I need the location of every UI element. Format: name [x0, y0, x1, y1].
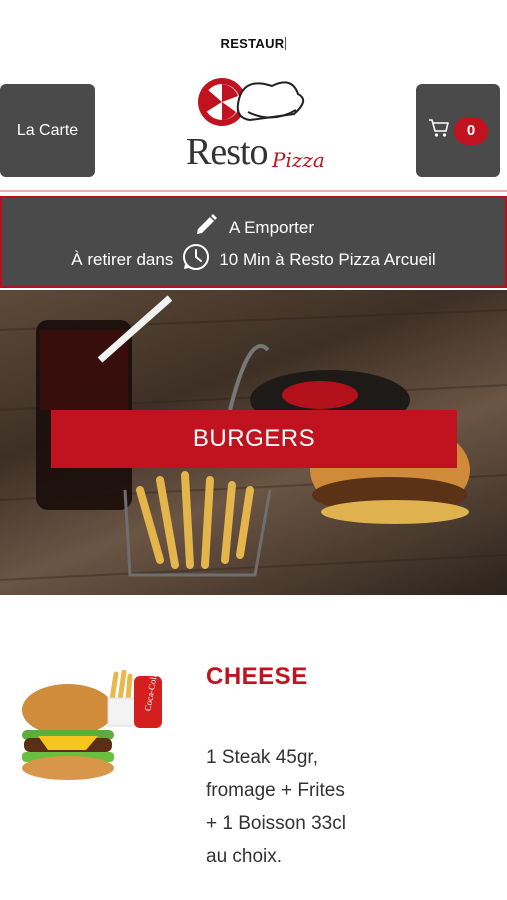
order-mode-label: A Emporter: [228, 217, 315, 237]
product-card[interactable]: Coca-Cola CHEESE 1 Steak 45gr, fromage +…: [0, 595, 507, 900]
burger-menu-illustration: Coca-Cola: [22, 669, 162, 780]
logo-text-accent: Pizza: [272, 148, 325, 172]
category-hero[interactable]: BURGERS: [0, 290, 507, 595]
clock-icon: [181, 242, 211, 277]
product-description-line: + 1 Boisson 33cl: [206, 813, 346, 834]
header-divider: [0, 190, 507, 192]
product-description-line: fromage + Frites: [206, 780, 345, 801]
pickup-prefix: À retirer dans: [71, 249, 174, 269]
order-info-banner[interactable]: A Emporter À retirer dans 10 Min à Resto…: [0, 196, 507, 288]
order-mode-row: A Emporter: [2, 212, 505, 243]
brand-logo[interactable]: Resto Pizza: [180, 68, 330, 186]
product-description-line: au choix.: [206, 846, 283, 867]
pencil-icon: [193, 212, 219, 243]
product-name[interactable]: CHEESE: [206, 663, 308, 691]
cart-count-badge: 0: [454, 116, 488, 145]
pickup-row: À retirer dans 10 Min à Resto Pizza Arcu…: [2, 242, 505, 277]
top-bar: RESTAUR La Carte Resto Pizza 0: [0, 0, 507, 190]
app-title: RESTAUR: [0, 36, 507, 51]
product-description-line: 1 Steak 45gr,: [206, 747, 318, 768]
pickup-detail: 10 Min à Resto Pizza Arcueil: [219, 249, 436, 269]
menu-button-label: La Carte: [16, 121, 79, 139]
app-title-text: RESTAUR: [220, 36, 285, 51]
category-label: BURGERS: [192, 425, 316, 452]
logo-text: Resto: [186, 131, 269, 173]
product-image[interactable]: Coca-Cola: [8, 669, 168, 790]
cart-button[interactable]: 0: [416, 84, 500, 177]
cart-icon: [428, 118, 450, 143]
product-description: 1 Steak 45gr, fromage + Frites + 1 Boiss…: [206, 741, 486, 873]
menu-button[interactable]: La Carte: [0, 84, 95, 177]
category-banner-burgers[interactable]: BURGERS: [51, 410, 457, 468]
text-caret: [285, 37, 287, 50]
